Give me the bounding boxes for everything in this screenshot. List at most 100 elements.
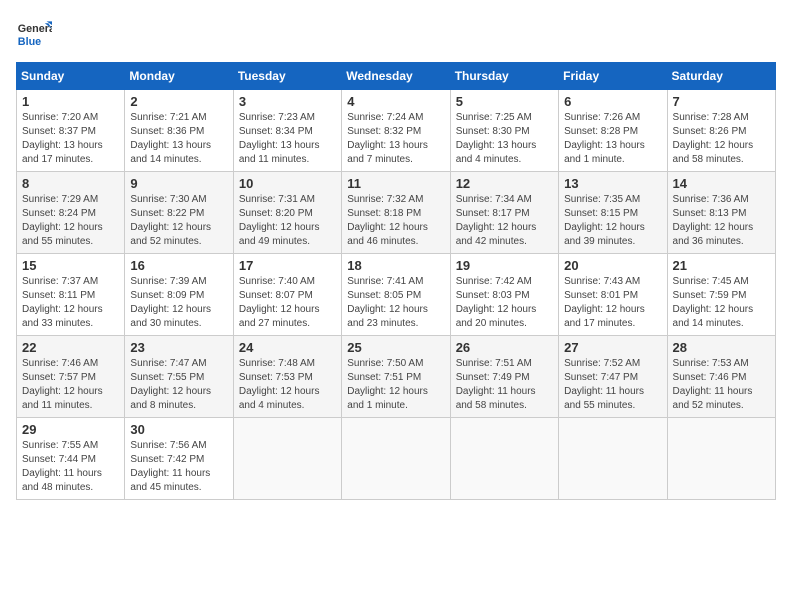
table-row: 6 Sunrise: 7:26 AMSunset: 8:28 PMDaylight… — [559, 90, 667, 172]
day-info: Sunrise: 7:21 AMSunset: 8:36 PMDaylight:… — [130, 111, 227, 167]
table-row — [559, 418, 667, 500]
day-number: 26 — [456, 340, 553, 355]
col-thursday: Thursday — [450, 63, 558, 90]
table-row: 18 Sunrise: 7:41 AMSunset: 8:05 PMDayligh… — [342, 254, 450, 336]
table-row: 27 Sunrise: 7:52 AMSunset: 7:47 PMDayligh… — [559, 336, 667, 418]
table-row: 19 Sunrise: 7:42 AMSunset: 8:03 PMDayligh… — [450, 254, 558, 336]
day-info: Sunrise: 7:43 AMSunset: 8:01 PMDaylight:… — [564, 275, 661, 331]
day-info: Sunrise: 7:40 AMSunset: 8:07 PMDaylight:… — [239, 275, 336, 331]
day-info: Sunrise: 7:51 AMSunset: 7:49 PMDaylight:… — [456, 357, 553, 413]
day-info: Sunrise: 7:55 AMSunset: 7:44 PMDaylight:… — [22, 439, 119, 495]
day-info: Sunrise: 7:20 AMSunset: 8:37 PMDaylight:… — [22, 111, 119, 167]
day-number: 18 — [347, 258, 444, 273]
day-info: Sunrise: 7:46 AMSunset: 7:57 PMDaylight:… — [22, 357, 119, 413]
table-row: 28 Sunrise: 7:53 AMSunset: 7:46 PMDayligh… — [667, 336, 775, 418]
day-info: Sunrise: 7:32 AMSunset: 8:18 PMDaylight:… — [347, 193, 444, 249]
table-row: 26 Sunrise: 7:51 AMSunset: 7:49 PMDayligh… — [450, 336, 558, 418]
day-info: Sunrise: 7:26 AMSunset: 8:28 PMDaylight:… — [564, 111, 661, 167]
table-row: 8 Sunrise: 7:29 AMSunset: 8:24 PMDaylight… — [17, 172, 125, 254]
day-number: 9 — [130, 176, 227, 191]
table-row: 23 Sunrise: 7:47 AMSunset: 7:55 PMDayligh… — [125, 336, 233, 418]
day-info: Sunrise: 7:45 AMSunset: 7:59 PMDaylight:… — [673, 275, 770, 331]
col-wednesday: Wednesday — [342, 63, 450, 90]
day-number: 2 — [130, 94, 227, 109]
table-row: 9 Sunrise: 7:30 AMSunset: 8:22 PMDaylight… — [125, 172, 233, 254]
table-row: 21 Sunrise: 7:45 AMSunset: 7:59 PMDayligh… — [667, 254, 775, 336]
table-row — [233, 418, 341, 500]
day-number: 29 — [22, 422, 119, 437]
day-number: 4 — [347, 94, 444, 109]
day-number: 6 — [564, 94, 661, 109]
day-info: Sunrise: 7:50 AMSunset: 7:51 PMDaylight:… — [347, 357, 444, 413]
day-info: Sunrise: 7:34 AMSunset: 8:17 PMDaylight:… — [456, 193, 553, 249]
table-row: 25 Sunrise: 7:50 AMSunset: 7:51 PMDayligh… — [342, 336, 450, 418]
day-number: 23 — [130, 340, 227, 355]
day-info: Sunrise: 7:36 AMSunset: 8:13 PMDaylight:… — [673, 193, 770, 249]
table-row: 3 Sunrise: 7:23 AMSunset: 8:34 PMDaylight… — [233, 90, 341, 172]
day-info: Sunrise: 7:29 AMSunset: 8:24 PMDaylight:… — [22, 193, 119, 249]
day-number: 10 — [239, 176, 336, 191]
day-info: Sunrise: 7:24 AMSunset: 8:32 PMDaylight:… — [347, 111, 444, 167]
logo-icon: General Blue — [16, 16, 52, 52]
table-row: 14Sunrise: 7:36 AMSunset: 8:13 PMDayligh… — [667, 172, 775, 254]
day-number: 27 — [564, 340, 661, 355]
day-info: Sunrise: 7:30 AMSunset: 8:22 PMDaylight:… — [130, 193, 227, 249]
table-row — [450, 418, 558, 500]
table-row: 7 Sunrise: 7:28 AMSunset: 8:26 PMDaylight… — [667, 90, 775, 172]
table-row: 2 Sunrise: 7:21 AMSunset: 8:36 PMDaylight… — [125, 90, 233, 172]
day-info: Sunrise: 7:28 AMSunset: 8:26 PMDaylight:… — [673, 111, 770, 167]
col-monday: Monday — [125, 63, 233, 90]
day-number: 11 — [347, 176, 444, 191]
table-row — [667, 418, 775, 500]
day-number: 22 — [22, 340, 119, 355]
table-row: 29 Sunrise: 7:55 AMSunset: 7:44 PMDayligh… — [17, 418, 125, 500]
day-info: Sunrise: 7:23 AMSunset: 8:34 PMDaylight:… — [239, 111, 336, 167]
day-info: Sunrise: 7:42 AMSunset: 8:03 PMDaylight:… — [456, 275, 553, 331]
day-number: 12 — [456, 176, 553, 191]
table-row: 30 Sunrise: 7:56 AMSunset: 7:42 PMDayligh… — [125, 418, 233, 500]
table-row: 5Sunrise: 7:25 AMSunset: 8:30 PMDaylight… — [450, 90, 558, 172]
svg-text:Blue: Blue — [18, 36, 41, 48]
day-info: Sunrise: 7:47 AMSunset: 7:55 PMDaylight:… — [130, 357, 227, 413]
day-number: 8 — [22, 176, 119, 191]
col-saturday: Saturday — [667, 63, 775, 90]
day-info: Sunrise: 7:56 AMSunset: 7:42 PMDaylight:… — [130, 439, 227, 495]
day-number: 28 — [673, 340, 770, 355]
day-info: Sunrise: 7:52 AMSunset: 7:47 PMDaylight:… — [564, 357, 661, 413]
day-number: 13 — [564, 176, 661, 191]
table-row: 13 Sunrise: 7:35 AMSunset: 8:15 PMDayligh… — [559, 172, 667, 254]
day-info: Sunrise: 7:53 AMSunset: 7:46 PMDaylight:… — [673, 357, 770, 413]
day-number: 20 — [564, 258, 661, 273]
col-friday: Friday — [559, 63, 667, 90]
table-row: 11 Sunrise: 7:32 AMSunset: 8:18 PMDayligh… — [342, 172, 450, 254]
day-number: 17 — [239, 258, 336, 273]
day-info: Sunrise: 7:41 AMSunset: 8:05 PMDaylight:… — [347, 275, 444, 331]
calendar-table: Sunday Monday Tuesday Wednesday Thursday… — [16, 62, 776, 500]
day-info: Sunrise: 7:35 AMSunset: 8:15 PMDaylight:… — [564, 193, 661, 249]
day-number: 7 — [673, 94, 770, 109]
day-number: 25 — [347, 340, 444, 355]
day-number: 16 — [130, 258, 227, 273]
day-number: 19 — [456, 258, 553, 273]
table-row: 15Sunrise: 7:37 AMSunset: 8:11 PMDayligh… — [17, 254, 125, 336]
day-number: 3 — [239, 94, 336, 109]
logo: General Blue — [16, 16, 52, 52]
table-row: 12 Sunrise: 7:34 AMSunset: 8:17 PMDayligh… — [450, 172, 558, 254]
table-row: 20 Sunrise: 7:43 AMSunset: 8:01 PMDayligh… — [559, 254, 667, 336]
table-row: 4 Sunrise: 7:24 AMSunset: 8:32 PMDaylight… — [342, 90, 450, 172]
col-sunday: Sunday — [17, 63, 125, 90]
col-tuesday: Tuesday — [233, 63, 341, 90]
day-number: 21 — [673, 258, 770, 273]
table-row — [342, 418, 450, 500]
table-row: 17 Sunrise: 7:40 AMSunset: 8:07 PMDayligh… — [233, 254, 341, 336]
table-row: 1 Sunrise: 7:20 AMSunset: 8:37 PMDaylight… — [17, 90, 125, 172]
table-row: 24Sunrise: 7:48 AMSunset: 7:53 PMDayligh… — [233, 336, 341, 418]
day-info: Sunrise: 7:48 AMSunset: 7:53 PMDaylight:… — [239, 357, 336, 413]
svg-text:General: General — [18, 23, 52, 35]
day-number: 15 — [22, 258, 119, 273]
day-info: Sunrise: 7:39 AMSunset: 8:09 PMDaylight:… — [130, 275, 227, 331]
day-number: 1 — [22, 94, 119, 109]
table-row: 22 Sunrise: 7:46 AMSunset: 7:57 PMDayligh… — [17, 336, 125, 418]
day-number: 5 — [456, 94, 553, 109]
day-number: 30 — [130, 422, 227, 437]
